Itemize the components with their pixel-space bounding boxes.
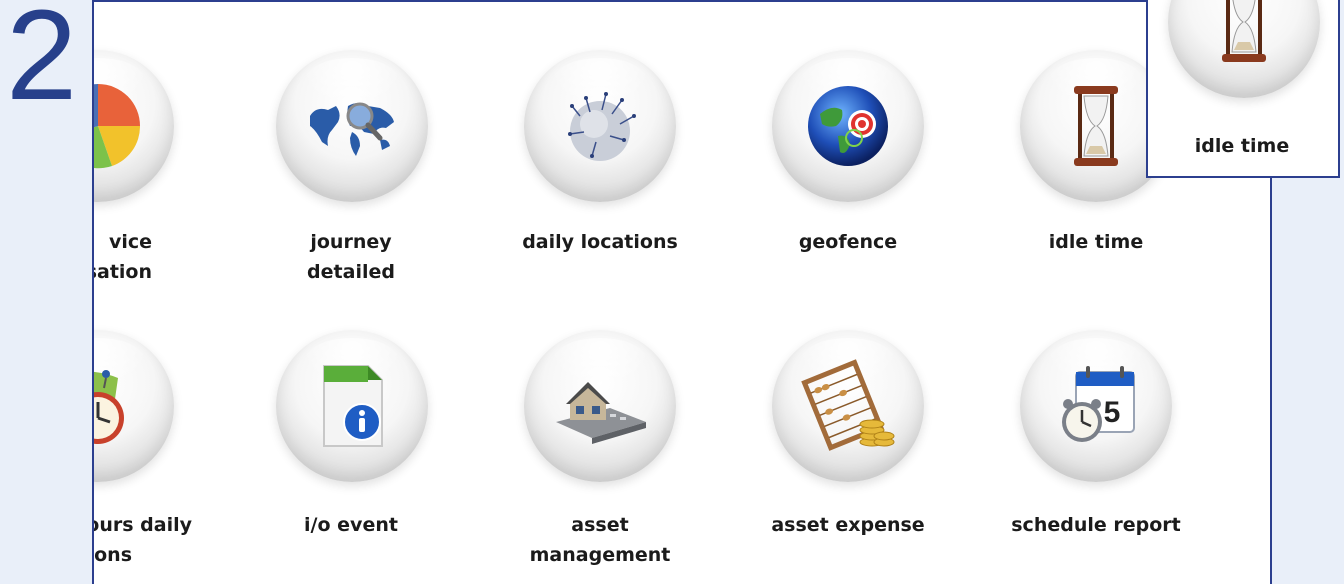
report-icon-button[interactable]: [524, 330, 676, 482]
report-label-line1: journey: [310, 231, 392, 253]
report-label-line1: vice: [108, 231, 152, 253]
report-label-line1: idle time: [1048, 231, 1144, 253]
step-number: 2: [6, 0, 78, 127]
callout-icon-button[interactable]: [1168, 0, 1320, 98]
report-icon-button[interactable]: 5: [1020, 330, 1172, 482]
report-label-line2: tions: [94, 544, 132, 566]
report-label-line1: schedule report: [1011, 514, 1181, 536]
idle-time-callout: idle time: [1146, 0, 1340, 178]
pie-chart-icon: [94, 84, 141, 169]
report-label-line1: asset: [571, 514, 629, 536]
reports-panel: vice sation journey detailed daily locat…: [92, 0, 1272, 584]
hourglass-icon: [1074, 86, 1118, 166]
report-icon-button[interactable]: [276, 330, 428, 482]
report-label-line1: asset expense: [771, 514, 925, 536]
report-icon-button[interactable]: [94, 50, 174, 202]
map-clock-icon: [94, 370, 124, 444]
report-label-line2: sation: [92, 261, 152, 283]
report-icon-button[interactable]: [94, 330, 174, 482]
report-icon-button[interactable]: [772, 50, 924, 202]
report-icon-button[interactable]: [524, 50, 676, 202]
world-map-magnifier-icon: [310, 102, 394, 156]
report-label-line1: ours daily: [92, 514, 192, 536]
report-label-line1: i/o event: [304, 514, 398, 536]
callout-label: idle time: [1194, 135, 1290, 157]
report-icon-button[interactable]: [276, 50, 428, 202]
svg-text:5: 5: [1104, 396, 1121, 429]
globe-pins-icon: [568, 92, 636, 161]
report-label-line2: management: [529, 544, 671, 566]
info-document-icon: [323, 365, 383, 447]
report-label-line1: daily locations: [522, 231, 678, 253]
hourglass-icon: [1222, 0, 1266, 62]
abacus-coins-icon: [801, 359, 895, 451]
report-label-line1: geofence: [798, 231, 898, 253]
report-label-line2: detailed: [307, 261, 395, 283]
globe-target-icon: [808, 86, 888, 166]
calendar-clock-icon: 5: [1062, 366, 1135, 442]
house-calculator-icon: [556, 382, 646, 444]
report-icon-button[interactable]: [772, 330, 924, 482]
